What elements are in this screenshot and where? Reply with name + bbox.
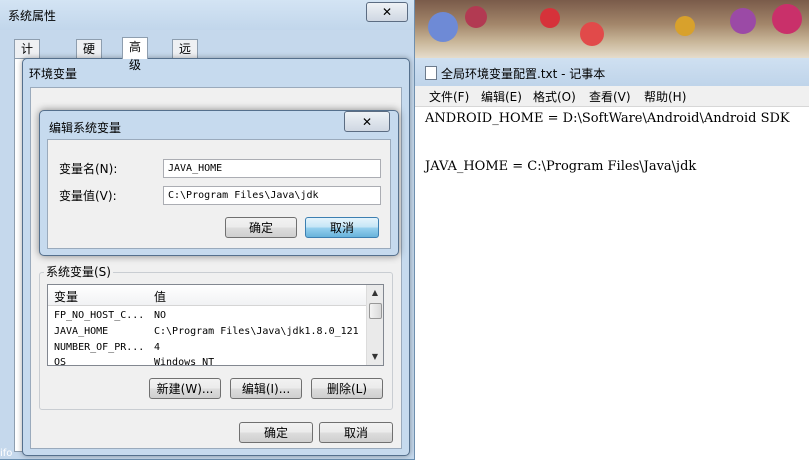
variable-value-label: 变量值(V):	[59, 189, 117, 203]
notepad-window: 全局环境变量配置.txt - 记事本 文件(F) 编辑(E) 格式(O) 查看(…	[414, 58, 809, 460]
titlebar: 系统属性 ✕	[0, 0, 414, 30]
close-button[interactable]: ✕	[344, 111, 390, 132]
notepad-icon	[425, 66, 437, 80]
menu-help[interactable]: 帮助(H)	[644, 88, 686, 105]
row-value: C:\Program Files\Java\jdk1.8.0_121	[154, 326, 359, 337]
row-name: NUMBER_OF_PR...	[54, 342, 145, 353]
menu-view[interactable]: 查看(V)	[589, 88, 631, 105]
column-header-value[interactable]: 值	[154, 288, 166, 305]
wallpaper-flowers	[410, 0, 809, 60]
dialog-title: 编辑系统变量	[49, 121, 122, 135]
tab-computer-name[interactable]: 计算机名	[14, 39, 41, 110]
row-value: Windows_NT	[154, 357, 215, 366]
list-scrollbar[interactable]: ▲ ▼	[366, 285, 383, 365]
edit-button[interactable]: 编辑(I)...	[230, 378, 302, 399]
menu-format[interactable]: 格式(O)	[533, 88, 576, 105]
titlebar: 全局环境变量配置.txt - 记事本	[415, 58, 809, 86]
cancel-button[interactable]: 取消	[305, 217, 379, 238]
row-value: NO	[154, 310, 167, 321]
text-area[interactable]: ANDROID_HOME = D:\SoftWare\Android\Andro…	[415, 106, 809, 460]
edit-system-variable-dialog: 编辑系统变量 ✕ 变量名(N): JAVA_HOME 变量值(V): C:\Pr…	[39, 110, 399, 256]
menu-bar: 文件(F) 编辑(E) 格式(O) 查看(V) 帮助(H)	[415, 86, 809, 107]
table-row[interactable]: FP_NO_HOST_C... NO	[48, 309, 366, 325]
variable-name-input[interactable]: JAVA_HOME	[163, 159, 381, 178]
dialog-title: 环境变量	[29, 67, 78, 81]
list-header: 变量 值	[48, 285, 383, 306]
desktop-caption: ifo	[0, 448, 13, 459]
scroll-thumb[interactable]	[369, 303, 382, 319]
close-icon: ✕	[381, 5, 393, 19]
cancel-button[interactable]: 取消	[319, 422, 393, 443]
new-button[interactable]: 新建(W)...	[149, 378, 221, 399]
close-button[interactable]: ✕	[366, 2, 408, 22]
delete-button[interactable]: 删除(L)	[311, 378, 383, 399]
scroll-up-icon[interactable]: ▲	[367, 285, 383, 301]
table-row[interactable]: JAVA_HOME C:\Program Files\Java\jdk1.8.0…	[48, 325, 366, 341]
row-name: JAVA_HOME	[54, 326, 109, 337]
ok-button[interactable]: 确定	[225, 217, 297, 238]
text-line: ANDROID_HOME = D:\SoftWare\Android\Andro…	[425, 111, 790, 126]
table-row[interactable]: NUMBER_OF_PR... 4	[48, 341, 366, 357]
tab-hardware[interactable]: 硬件	[76, 39, 103, 74]
close-icon: ✕	[361, 114, 373, 129]
dialog-body: 变量名(N): JAVA_HOME 变量值(V): C:\Program Fil…	[47, 139, 391, 249]
tab-advanced[interactable]: 高级	[122, 37, 149, 72]
menu-file[interactable]: 文件(F)	[429, 88, 469, 105]
scroll-down-icon[interactable]: ▼	[367, 349, 383, 365]
column-header-variable[interactable]: 变量	[54, 288, 78, 305]
ok-button[interactable]: 确定	[239, 422, 313, 443]
variable-name-label: 变量名(N):	[59, 162, 118, 176]
window-title: 系统属性	[8, 9, 57, 23]
system-vars-list[interactable]: 变量 值 FP_NO_HOST_C... NO JAVA_HOME C:\Pro…	[47, 284, 384, 366]
row-value: 4	[154, 342, 161, 353]
row-name: OS	[54, 357, 67, 366]
tab-remote[interactable]: 远程	[172, 39, 199, 74]
table-row[interactable]: OS Windows_NT	[48, 356, 366, 366]
text-line: JAVA_HOME = C:\Program Files\Java\jdk	[425, 159, 697, 174]
variable-value-input[interactable]: C:\Program Files\Java\jdk	[163, 186, 381, 205]
window-title: 全局环境变量配置.txt - 记事本	[441, 67, 606, 81]
row-name: FP_NO_HOST_C...	[54, 310, 145, 321]
menu-edit[interactable]: 编辑(E)	[481, 88, 522, 105]
system-vars-label: 系统变量(S)	[44, 263, 113, 280]
